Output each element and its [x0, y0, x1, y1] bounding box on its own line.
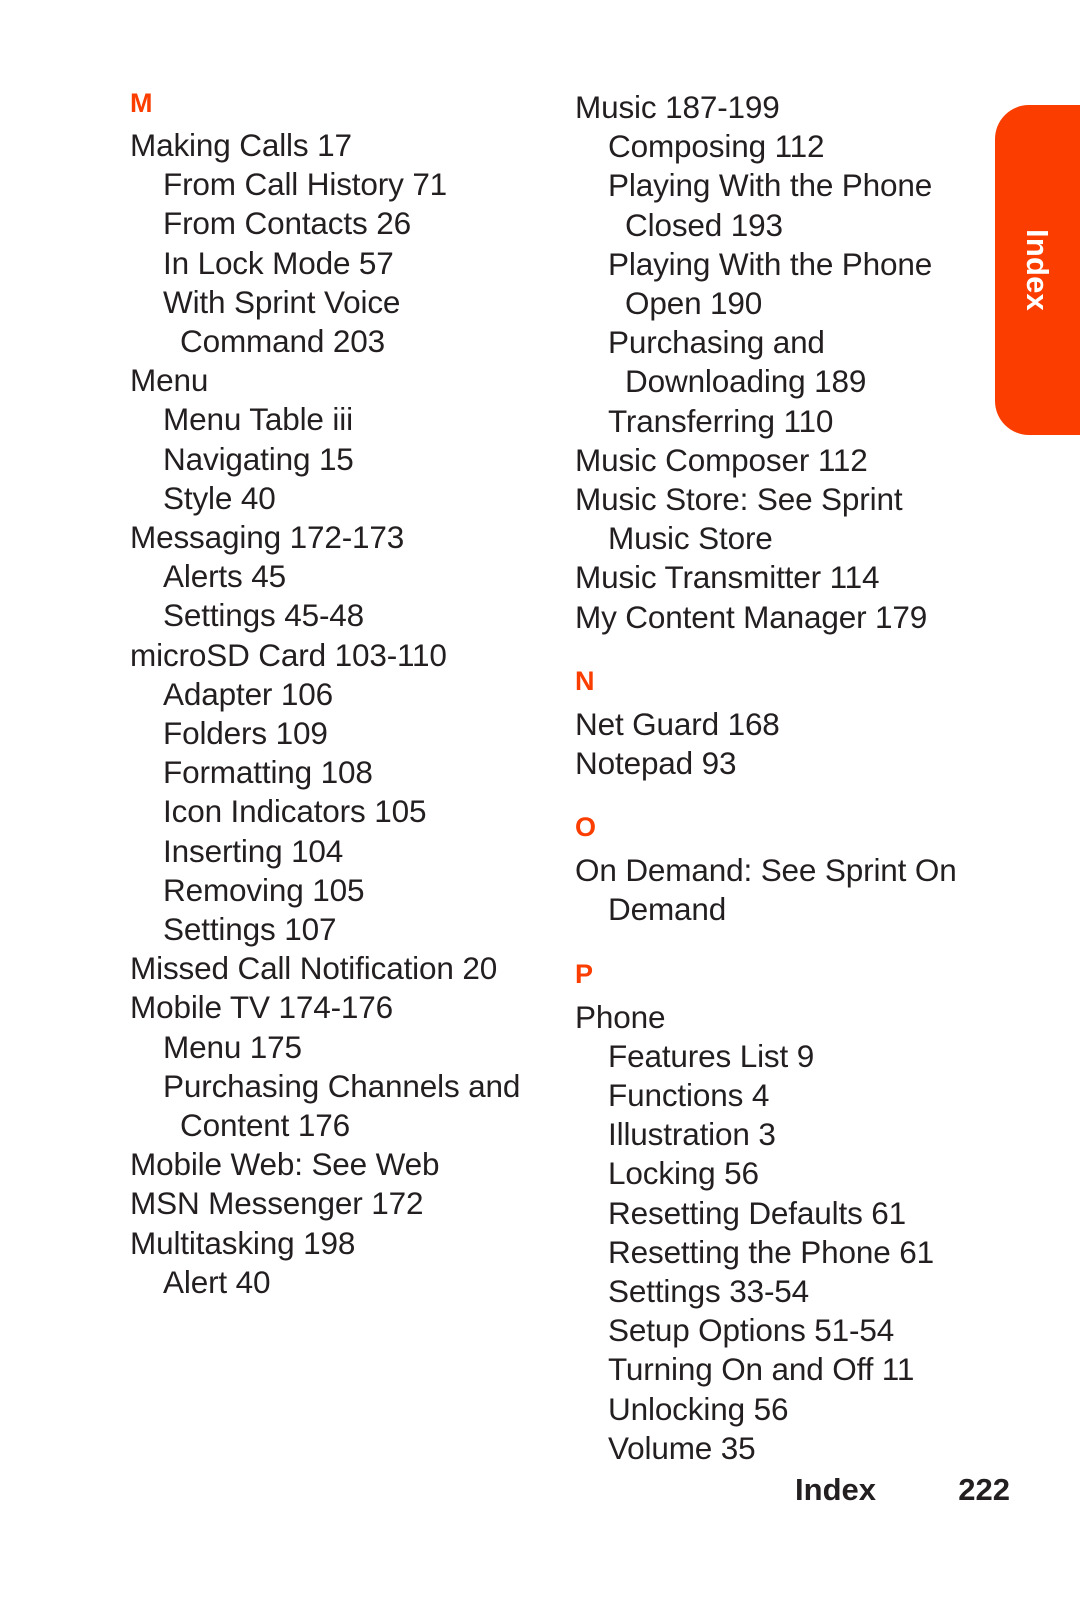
index-page: Index M Making Calls 17 From Call History …: [0, 0, 1080, 1620]
index-entry: Settings 45-48: [163, 597, 365, 634]
index-entry: Music Store: See Sprint: [575, 481, 903, 518]
footer-page-number: 222: [958, 1472, 1010, 1507]
index-entry: Illustration 3: [608, 1116, 776, 1153]
index-entry: Downloading 189: [625, 363, 867, 400]
section-thumb-tab-label: Index: [1020, 229, 1055, 311]
index-entry: MSN Messenger 172: [130, 1185, 424, 1222]
index-entry: Alerts 45: [163, 558, 286, 595]
index-entry: Content 176: [180, 1107, 350, 1144]
index-entry: Missed Call Notification 20: [130, 950, 498, 987]
index-entry: Menu: [130, 362, 209, 399]
index-entry: Mobile TV 174-176: [130, 989, 394, 1026]
index-entry: Playing With the Phone: [608, 245, 933, 282]
index-entry: Locking 56: [608, 1155, 759, 1192]
section-thumb-tab: Index: [995, 105, 1080, 435]
index-entry: Icon Indicators 105: [163, 793, 427, 830]
index-letter-heading: M: [130, 88, 153, 118]
index-entry: Menu Table iii: [163, 401, 353, 438]
index-entry: Volume 35: [608, 1429, 756, 1466]
index-entry: microSD Card 103-110: [130, 636, 447, 673]
index-entry: Making Calls 17: [130, 127, 352, 163]
index-entry: Command 203: [180, 323, 385, 360]
index-entry: Notepad 93: [575, 745, 737, 782]
index-entry: Purchasing Channels and: [163, 1067, 521, 1104]
index-entry: Phone: [575, 998, 666, 1035]
index-entry: Menu 175: [163, 1028, 302, 1065]
index-entry: Closed 193: [625, 206, 783, 243]
index-entry: Folders 109: [163, 715, 328, 752]
index-entry: Turning On and Off 11: [608, 1351, 915, 1388]
index-entry: Resetting Defaults 61: [608, 1194, 907, 1231]
index-entry: Purchasing and: [608, 324, 825, 361]
index-column-right: Music 187-199 Composing 112 Playing With t…: [575, 88, 1005, 1468]
index-entry: Music 187-199: [575, 89, 780, 125]
index-entry: Music Transmitter 114: [575, 559, 880, 596]
index-entry: Alert 40: [163, 1263, 271, 1300]
index-letter-heading: P: [575, 958, 594, 989]
index-entry: Net Guard 168: [575, 705, 780, 742]
index-letter-heading: N: [575, 665, 595, 696]
index-entry: Music Composer 112: [575, 441, 868, 478]
index-entry: From Contacts 26: [163, 205, 411, 242]
page-footer: Index 222: [0, 1472, 1010, 1508]
index-entry: Settings 33-54: [608, 1273, 810, 1310]
index-entry: Messaging 172-173: [130, 519, 405, 556]
index-entry: Mobile Web: See Web: [130, 1146, 440, 1183]
index-entry: Settings 107: [163, 911, 337, 948]
index-entry: Demand: [608, 891, 727, 928]
index-entry: Removing 105: [163, 871, 365, 908]
index-entry: Playing With the Phone: [608, 167, 933, 204]
index-letter-heading: O: [575, 812, 597, 843]
index-entry: Music Store: [608, 520, 773, 557]
index-entry: From Call History 71: [163, 166, 448, 203]
index-entry: On Demand: See Sprint On: [575, 852, 957, 889]
index-entry: Transferring 110: [608, 402, 834, 439]
index-entry: Navigating 15: [163, 440, 354, 477]
index-entry: In Lock Mode 57: [163, 244, 394, 281]
index-entry: Open 190: [625, 285, 763, 322]
index-entry: Formatting 108: [163, 754, 373, 791]
footer-section-label: Index: [795, 1472, 876, 1507]
index-entry: Composing 112: [608, 128, 825, 165]
index-column-left: M Making Calls 17 From Call History 71 From…: [130, 88, 560, 1302]
index-entry: My Content Manager 179: [575, 598, 928, 635]
index-entry: Setup Options 51-54: [608, 1312, 895, 1349]
index-entry: Features List 9: [608, 1037, 815, 1074]
index-entry: Unlocking 56: [608, 1390, 789, 1427]
index-entry: Adapter 106: [163, 675, 333, 712]
index-entry: Functions 4: [608, 1077, 770, 1114]
index-entry: Style 40: [163, 479, 276, 516]
index-entry: Inserting 104: [163, 832, 344, 869]
index-entry: Resetting the Phone 61: [608, 1233, 934, 1270]
index-entry: With Sprint Voice: [163, 283, 401, 320]
index-entry: Multitasking 198: [130, 1224, 356, 1261]
